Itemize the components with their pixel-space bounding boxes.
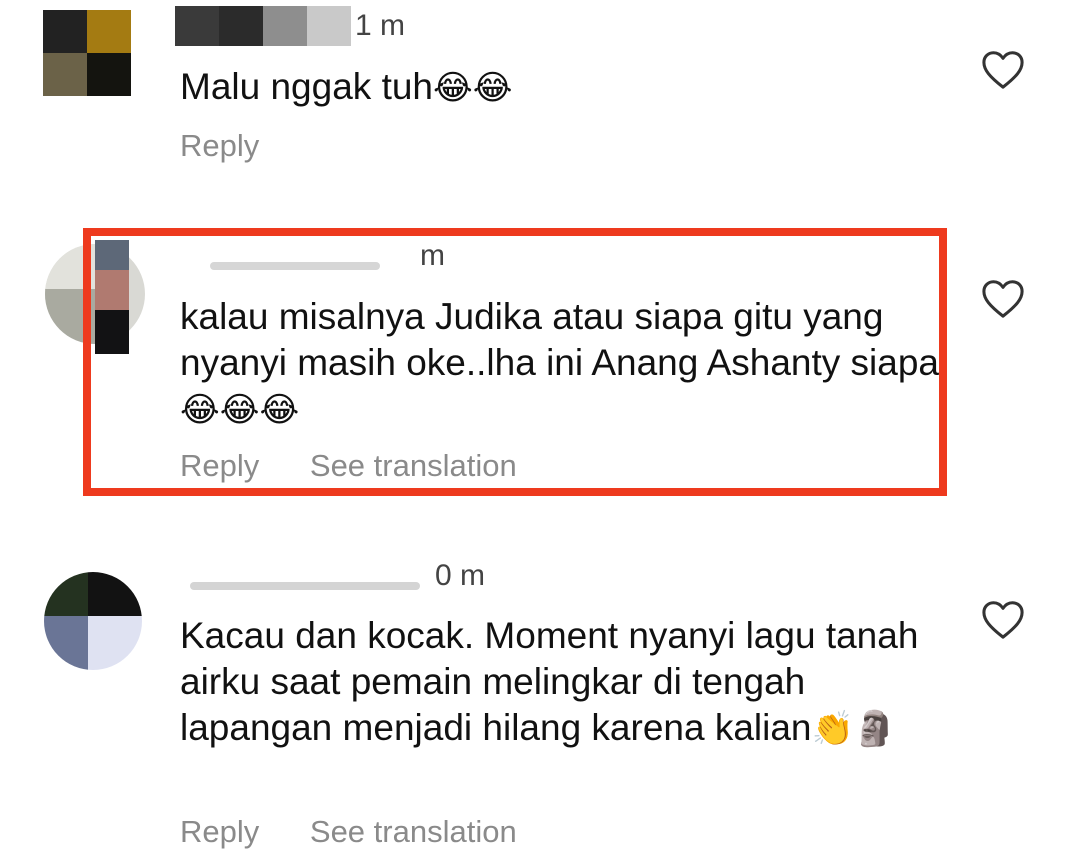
see-translation-button[interactable]: See translation bbox=[310, 814, 517, 849]
reply-button[interactable]: Reply bbox=[180, 128, 259, 163]
avatar[interactable] bbox=[43, 10, 131, 96]
comment-actions: Reply See translation bbox=[180, 814, 559, 850]
heart-icon[interactable] bbox=[980, 598, 1026, 640]
heart-icon[interactable] bbox=[980, 48, 1026, 90]
laughing-emoji: 😂😂 bbox=[433, 68, 513, 108]
comment-time: 1 m bbox=[355, 9, 406, 42]
comment-meta: 1 m bbox=[175, 6, 405, 46]
comment-meta: 0 m bbox=[180, 556, 485, 596]
comment-actions: Reply bbox=[180, 128, 301, 164]
comment-time: 0 m bbox=[435, 559, 486, 592]
highlight-box bbox=[83, 228, 947, 496]
comment-text: Kacau dan kocak. Moment nyanyi lagu tana… bbox=[180, 615, 919, 749]
heart-icon[interactable] bbox=[980, 277, 1026, 319]
reply-button[interactable]: Reply bbox=[180, 814, 259, 849]
avatar[interactable] bbox=[44, 572, 142, 670]
clap-emoji: 👏🗿 bbox=[811, 709, 897, 749]
username-blurred[interactable] bbox=[180, 556, 425, 596]
username-blurred[interactable] bbox=[175, 6, 355, 46]
comment-text: Malu nggak tuh😂😂 bbox=[180, 66, 513, 108]
